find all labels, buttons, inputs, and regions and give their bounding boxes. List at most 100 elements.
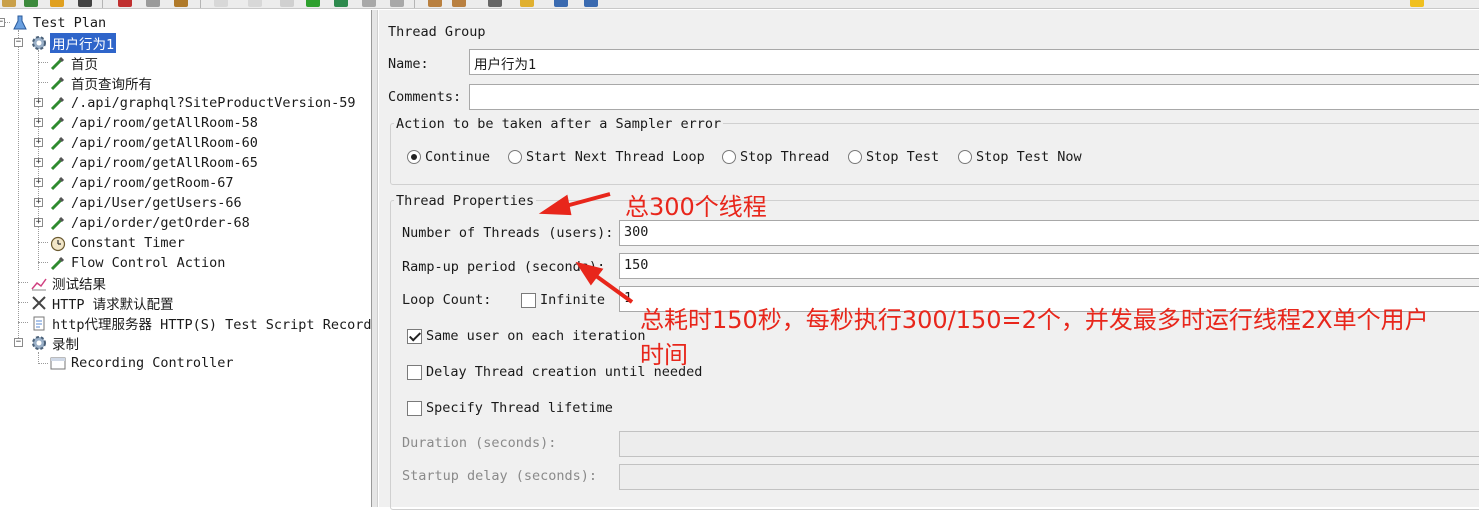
toolbar — [0, 0, 1479, 9]
collapse-icon[interactable] — [248, 0, 262, 7]
help-icon[interactable] — [584, 0, 598, 7]
tree-item-recording-group[interactable]: 录制 — [30, 333, 81, 353]
chart-icon — [30, 274, 48, 292]
tree-item-sampler[interactable]: /api/room/getAllRoom-60 — [49, 133, 260, 153]
collapse-toggle[interactable]: − — [14, 38, 23, 47]
pipette-icon — [49, 254, 67, 272]
tree-item-sampler[interactable]: /.api/graphql?SiteProductVersion-59 — [49, 93, 357, 113]
tree-item-sampler[interactable]: /api/room/getAllRoom-65 — [49, 153, 260, 173]
controller-icon — [49, 354, 67, 372]
pipette-icon — [49, 114, 67, 132]
gear-icon — [30, 334, 48, 352]
expand-toggle[interactable]: + — [34, 198, 43, 207]
pipette-icon — [49, 54, 67, 72]
search-icon[interactable] — [488, 0, 502, 7]
specify-lifetime-checkbox[interactable]: Specify Thread lifetime — [407, 400, 613, 416]
tree-item-sampler[interactable]: /api/room/getRoom-67 — [49, 173, 236, 193]
tree-item-thread-group[interactable]: 用户行为1 — [30, 33, 117, 53]
test-plan-tree: − − + + + + + + + − Test Plan 用户行为1 首页 首… — [0, 10, 371, 507]
expand-toggle[interactable]: + — [34, 98, 43, 107]
tree-item-recording-controller[interactable]: Recording Controller — [49, 353, 236, 373]
comments-input[interactable] — [469, 84, 1479, 110]
tree-item-sampler[interactable]: 首页查询所有 — [49, 73, 154, 93]
wrench-icon — [30, 294, 48, 312]
doc-icon — [30, 314, 48, 332]
collapse-toggle[interactable]: − — [0, 18, 5, 27]
folder-icon[interactable] — [2, 0, 16, 7]
checkbox[interactable] — [407, 328, 422, 344]
annotation-rampup-explanation: 总耗时150秒，每秒执行300/150=2个，并发最多时运行线程2X单个用户 — [640, 306, 1429, 334]
tree-item-sampler[interactable]: /api/room/getAllRoom-58 — [49, 113, 260, 133]
radio-start-next-thread-loop[interactable]: Start Next Thread Loop — [508, 149, 705, 165]
save-icon[interactable] — [24, 0, 38, 7]
startup-delay-label: Startup delay (seconds): — [402, 468, 598, 484]
tree-item-proxy-recorder[interactable]: http代理服务器 HTTP(S) Test Script Recorder — [30, 313, 371, 333]
tree-item-flow-control[interactable]: Flow Control Action — [49, 253, 227, 273]
gear-icon — [30, 34, 48, 52]
tree-item-test-plan[interactable]: Test Plan — [11, 13, 108, 33]
panel-splitter[interactable] — [371, 10, 378, 507]
tree-item-http-defaults[interactable]: HTTP 请求默认配置 — [30, 293, 176, 313]
threads-input[interactable]: 300 — [619, 220, 1479, 246]
radio-button[interactable] — [848, 150, 862, 164]
expand-toggle[interactable]: + — [34, 158, 43, 167]
rampup-input[interactable]: 150 — [619, 253, 1479, 279]
panel-title: Thread Group — [388, 24, 486, 40]
name-input[interactable]: 用户行为1 — [469, 49, 1479, 75]
pipette-icon — [49, 194, 67, 212]
expand-toggle[interactable]: + — [34, 178, 43, 187]
loop-count-label: Loop Count: — [402, 292, 492, 308]
startup-delay-input[interactable] — [619, 464, 1479, 490]
clear-all-icon[interactable] — [452, 0, 466, 7]
tree-item-sampler[interactable]: /api/User/getUsers-66 — [49, 193, 244, 213]
clear-icon[interactable] — [428, 0, 442, 7]
toggle-icon[interactable] — [280, 0, 294, 7]
tree-item-sampler[interactable]: 首页 — [49, 53, 100, 73]
stop-icon[interactable] — [362, 0, 376, 7]
pipette-icon — [49, 214, 67, 232]
name-label: Name: — [388, 56, 429, 72]
radio-continue[interactable]: Continue — [407, 149, 490, 165]
flask-icon — [11, 14, 29, 32]
warning-icon[interactable] — [1410, 0, 1424, 7]
same-user-checkbox[interactable]: Same user on each iteration — [407, 328, 645, 344]
pipette-icon — [49, 154, 67, 172]
timer-icon — [49, 234, 67, 252]
start-no-pause-icon[interactable] — [334, 0, 348, 7]
reset-search-icon[interactable] — [520, 0, 534, 7]
radio-button[interactable] — [508, 150, 522, 164]
comments-label: Comments: — [388, 89, 462, 105]
radio-button[interactable] — [722, 150, 736, 164]
cut-icon[interactable] — [118, 0, 132, 7]
duration-label: Duration (seconds): — [402, 435, 557, 451]
checkbox[interactable] — [407, 364, 422, 380]
radio-stop-thread[interactable]: Stop Thread — [722, 149, 829, 165]
save-as-icon[interactable] — [50, 0, 64, 7]
function-helper-icon[interactable] — [554, 0, 568, 7]
radio-button[interactable] — [958, 150, 972, 164]
duration-input[interactable] — [619, 431, 1479, 457]
copy-icon[interactable] — [146, 0, 160, 7]
expand-icon[interactable] — [214, 0, 228, 7]
shutdown-icon[interactable] — [390, 0, 404, 7]
tree-item-results[interactable]: 测试结果 — [30, 273, 108, 293]
expand-toggle[interactable]: + — [34, 118, 43, 127]
paste-icon[interactable] — [174, 0, 188, 7]
screenshot-icon[interactable] — [78, 0, 92, 7]
pipette-icon — [49, 174, 67, 192]
radio-stop-test[interactable]: Stop Test — [848, 149, 939, 165]
radio-stop-test-now[interactable]: Stop Test Now — [958, 149, 1082, 165]
tree-item-timer[interactable]: Constant Timer — [49, 233, 187, 253]
start-icon[interactable] — [306, 0, 320, 7]
checkbox[interactable] — [521, 292, 536, 308]
thread-properties-legend: Thread Properties — [394, 193, 537, 209]
pipette-icon — [49, 74, 67, 92]
infinite-checkbox[interactable]: Infinite — [521, 292, 605, 308]
tree-item-sampler[interactable]: /api/order/getOrder-68 — [49, 213, 252, 233]
expand-toggle[interactable]: + — [34, 218, 43, 227]
collapse-toggle[interactable]: − — [14, 338, 23, 347]
checkbox[interactable] — [407, 400, 422, 416]
pipette-icon — [49, 134, 67, 152]
expand-toggle[interactable]: + — [34, 138, 43, 147]
radio-button[interactable] — [407, 150, 421, 164]
